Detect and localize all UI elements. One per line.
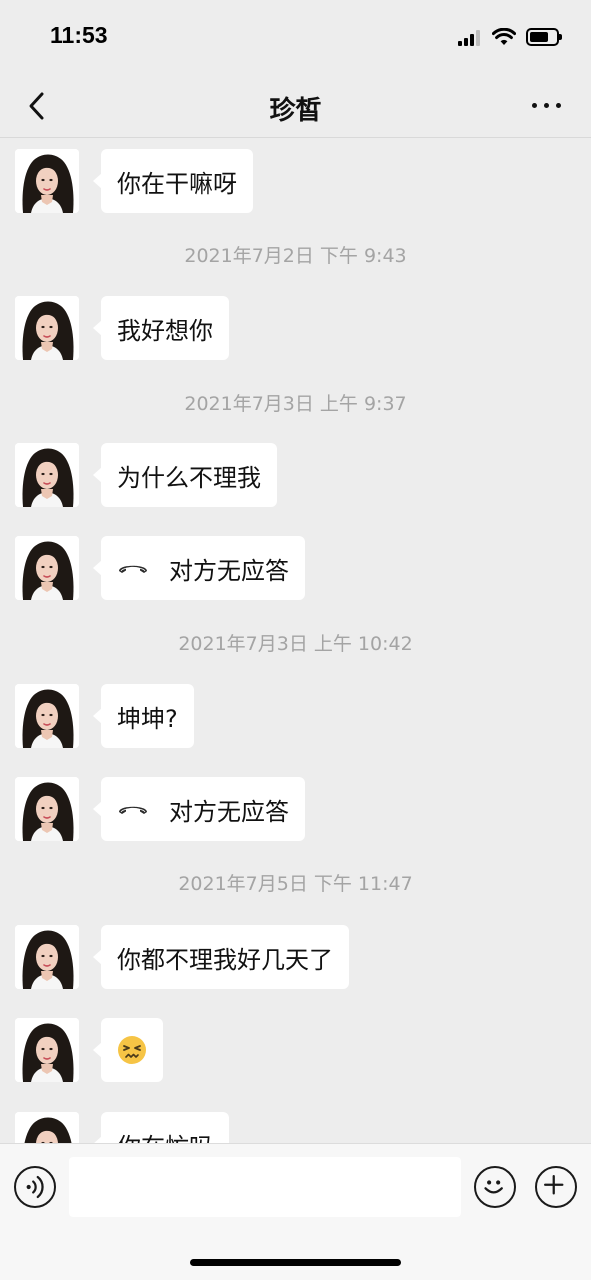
smiley-icon[interactable]	[474, 1166, 516, 1208]
message-bubble[interactable]: 你在干嘛呀	[93, 149, 253, 213]
voice-icon[interactable]	[14, 1166, 56, 1208]
message-text: 你都不理我好几天了	[117, 945, 333, 974]
wifi-icon	[492, 28, 516, 45]
message-row: 你都不理我好几天了	[0, 925, 591, 991]
message-bubble[interactable]: 你都不理我好几天了	[93, 925, 349, 989]
status-bar: 11:53	[0, 0, 591, 76]
message-bubble[interactable]: 我好想你	[93, 296, 229, 360]
message-row: 为什么不理我	[0, 443, 591, 509]
avatar[interactable]	[15, 149, 79, 213]
persevering-face-emoji	[118, 1036, 146, 1064]
chat-message-list[interactable]: 你在干嘛呀 2021年7月2日 下午 9:43 我好想你 2021年7月3日 上午 …	[0, 139, 591, 1143]
plus-icon[interactable]	[535, 1166, 577, 1208]
avatar[interactable]	[15, 925, 79, 989]
timestamp: 2021年7月3日 上午 10:42	[178, 633, 413, 655]
message-text: 为什么不理我	[117, 463, 261, 492]
page-title: 珍皙	[269, 96, 322, 126]
message-row: 我好想你	[0, 296, 591, 362]
message-text: 我好想你	[117, 316, 213, 345]
avatar[interactable]	[15, 684, 79, 748]
message-bubble[interactable]: 坤坤?	[93, 684, 194, 748]
avatar[interactable]	[15, 1018, 79, 1082]
signal-icon	[458, 30, 484, 46]
call-status-bubble[interactable]: 对方无应答	[93, 536, 305, 600]
nav-bar: 珍皙	[0, 76, 591, 138]
avatar[interactable]	[15, 536, 79, 600]
status-time: 11:53	[50, 22, 108, 48]
phone-hangup-icon	[119, 806, 147, 814]
call-status-bubble[interactable]: 对方无应答	[93, 777, 305, 841]
avatar[interactable]	[15, 443, 79, 507]
avatar[interactable]	[15, 1112, 79, 1143]
message-row: 你在忙吗	[0, 1112, 591, 1143]
battery-icon	[526, 28, 562, 46]
input-bar	[0, 1143, 591, 1280]
message-row: 对方无应答	[0, 777, 591, 843]
call-status-text: 对方无应答	[169, 797, 289, 826]
avatar[interactable]	[15, 296, 79, 360]
message-row: 你在干嘛呀	[0, 149, 591, 215]
timestamp: 2021年7月5日 下午 11:47	[178, 873, 413, 895]
message-row: 对方无应答	[0, 536, 591, 602]
message-text: 你在干嘛呀	[117, 169, 237, 198]
timestamp: 2021年7月3日 上午 9:37	[184, 393, 407, 415]
message-input[interactable]	[69, 1157, 461, 1217]
more-dots-icon[interactable]	[530, 98, 564, 114]
call-status-text: 对方无应答	[169, 556, 289, 585]
timestamp: 2021年7月2日 下午 9:43	[184, 245, 407, 267]
message-bubble[interactable]: 你在忙吗	[93, 1112, 229, 1144]
message-text: 你在忙吗	[117, 1127, 213, 1144]
emoji-bubble[interactable]	[93, 1018, 163, 1082]
home-indicator	[190, 1259, 401, 1266]
message-bubble[interactable]: 为什么不理我	[93, 443, 277, 507]
message-row: 坤坤?	[0, 684, 591, 750]
message-row	[0, 1018, 591, 1084]
message-text: 坤坤?	[117, 704, 178, 733]
avatar[interactable]	[15, 777, 79, 841]
phone-hangup-icon	[119, 565, 147, 573]
